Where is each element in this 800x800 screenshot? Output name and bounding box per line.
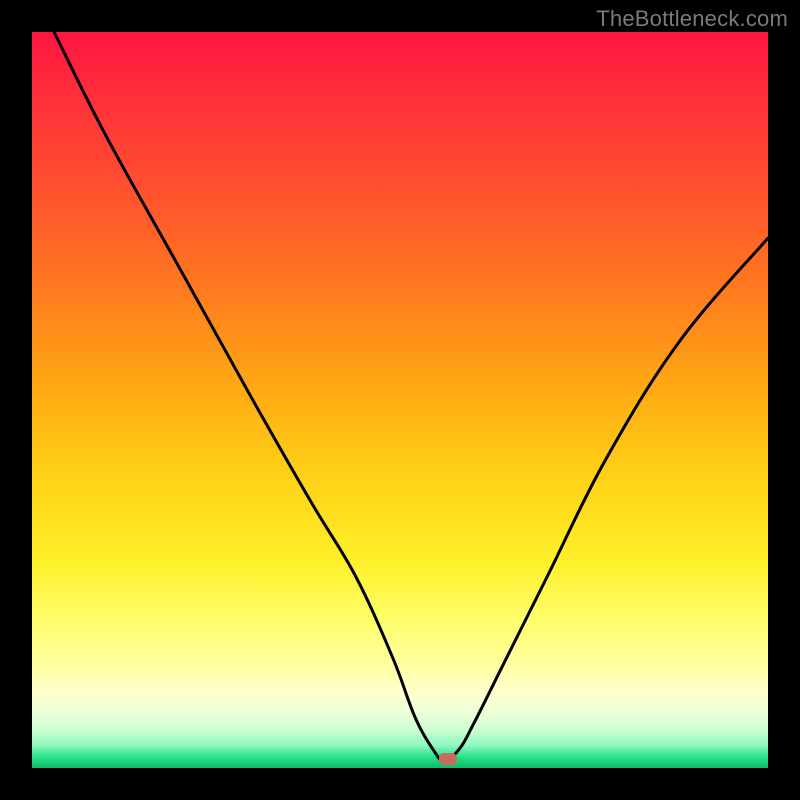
curve-path <box>54 32 768 761</box>
bottleneck-curve <box>32 32 768 768</box>
curve-minimum-marker <box>439 753 457 765</box>
chart-frame: TheBottleneck.com <box>0 0 800 800</box>
watermark-text: TheBottleneck.com <box>596 6 788 32</box>
plot-area <box>32 32 768 768</box>
